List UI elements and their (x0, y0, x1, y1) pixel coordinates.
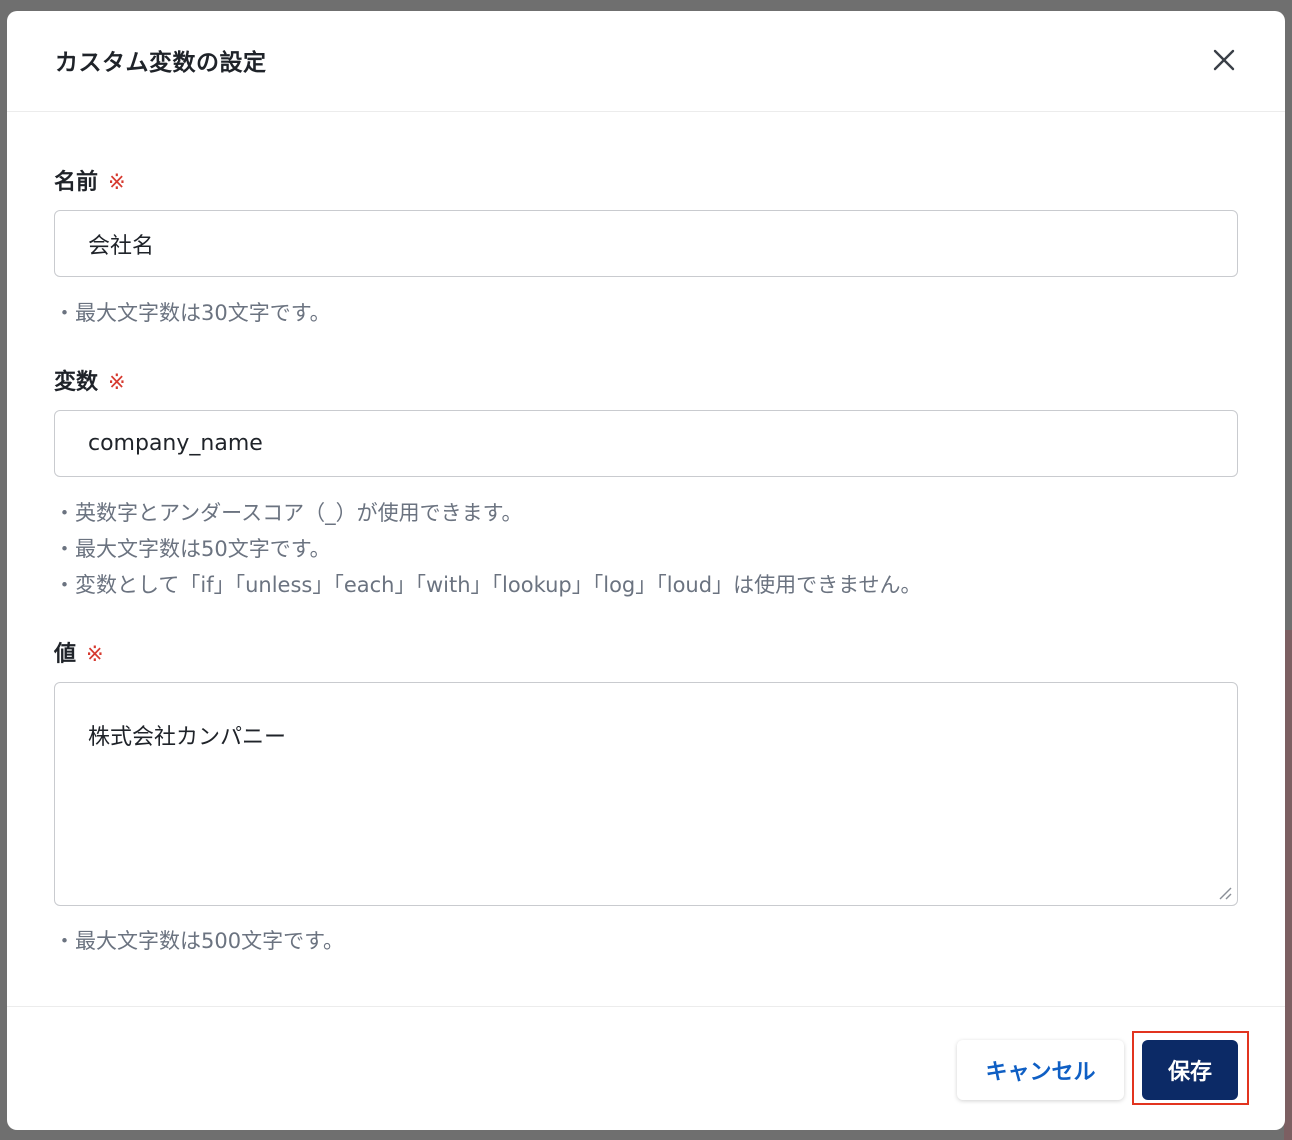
required-mark: ※ (108, 170, 126, 194)
variable-label-text: 変数 (54, 370, 99, 395)
variable-field-label: 変数 ※ (54, 364, 126, 396)
name-field-label: 名前 ※ (54, 164, 126, 196)
required-mark: ※ (108, 370, 126, 394)
custom-variable-dialog: カスタム変数の設定 名前 ※ ・最大文字数は30文字です。 変数 ※ ・英数字とアン… (7, 11, 1285, 1130)
name-input[interactable] (54, 210, 1238, 277)
value-hint: ・最大文字数は500文字です。 (54, 929, 344, 953)
variable-input[interactable] (54, 410, 1238, 477)
value-field-label: 値 ※ (54, 636, 104, 668)
background-page (1284, 630, 1292, 1140)
save-button[interactable]: 保存 (1142, 1040, 1238, 1100)
value-label-text: 値 (54, 642, 77, 667)
variable-hint: ・最大文字数は50文字です。 (54, 537, 331, 561)
variable-hint: ・英数字とアンダースコア（_）が使用できます。 (54, 501, 523, 525)
cancel-button[interactable]: キャンセル (957, 1040, 1124, 1100)
name-hint: ・最大文字数は30文字です。 (54, 301, 331, 325)
close-icon (1213, 49, 1235, 71)
name-label-text: 名前 (54, 170, 99, 195)
dialog-title: カスタム変数の設定 (55, 50, 267, 76)
variable-hint: ・変数として「if」「unless」「each」「with」「lookup」「l… (54, 573, 922, 597)
dialog-header: カスタム変数の設定 (7, 11, 1285, 112)
dialog-footer: キャンセル 保存 (7, 1006, 1285, 1130)
required-mark: ※ (86, 642, 104, 666)
value-textarea[interactable]: 株式会社カンパニー (54, 682, 1238, 906)
resize-handle-icon[interactable] (1217, 885, 1233, 901)
close-button[interactable] (1207, 43, 1241, 77)
